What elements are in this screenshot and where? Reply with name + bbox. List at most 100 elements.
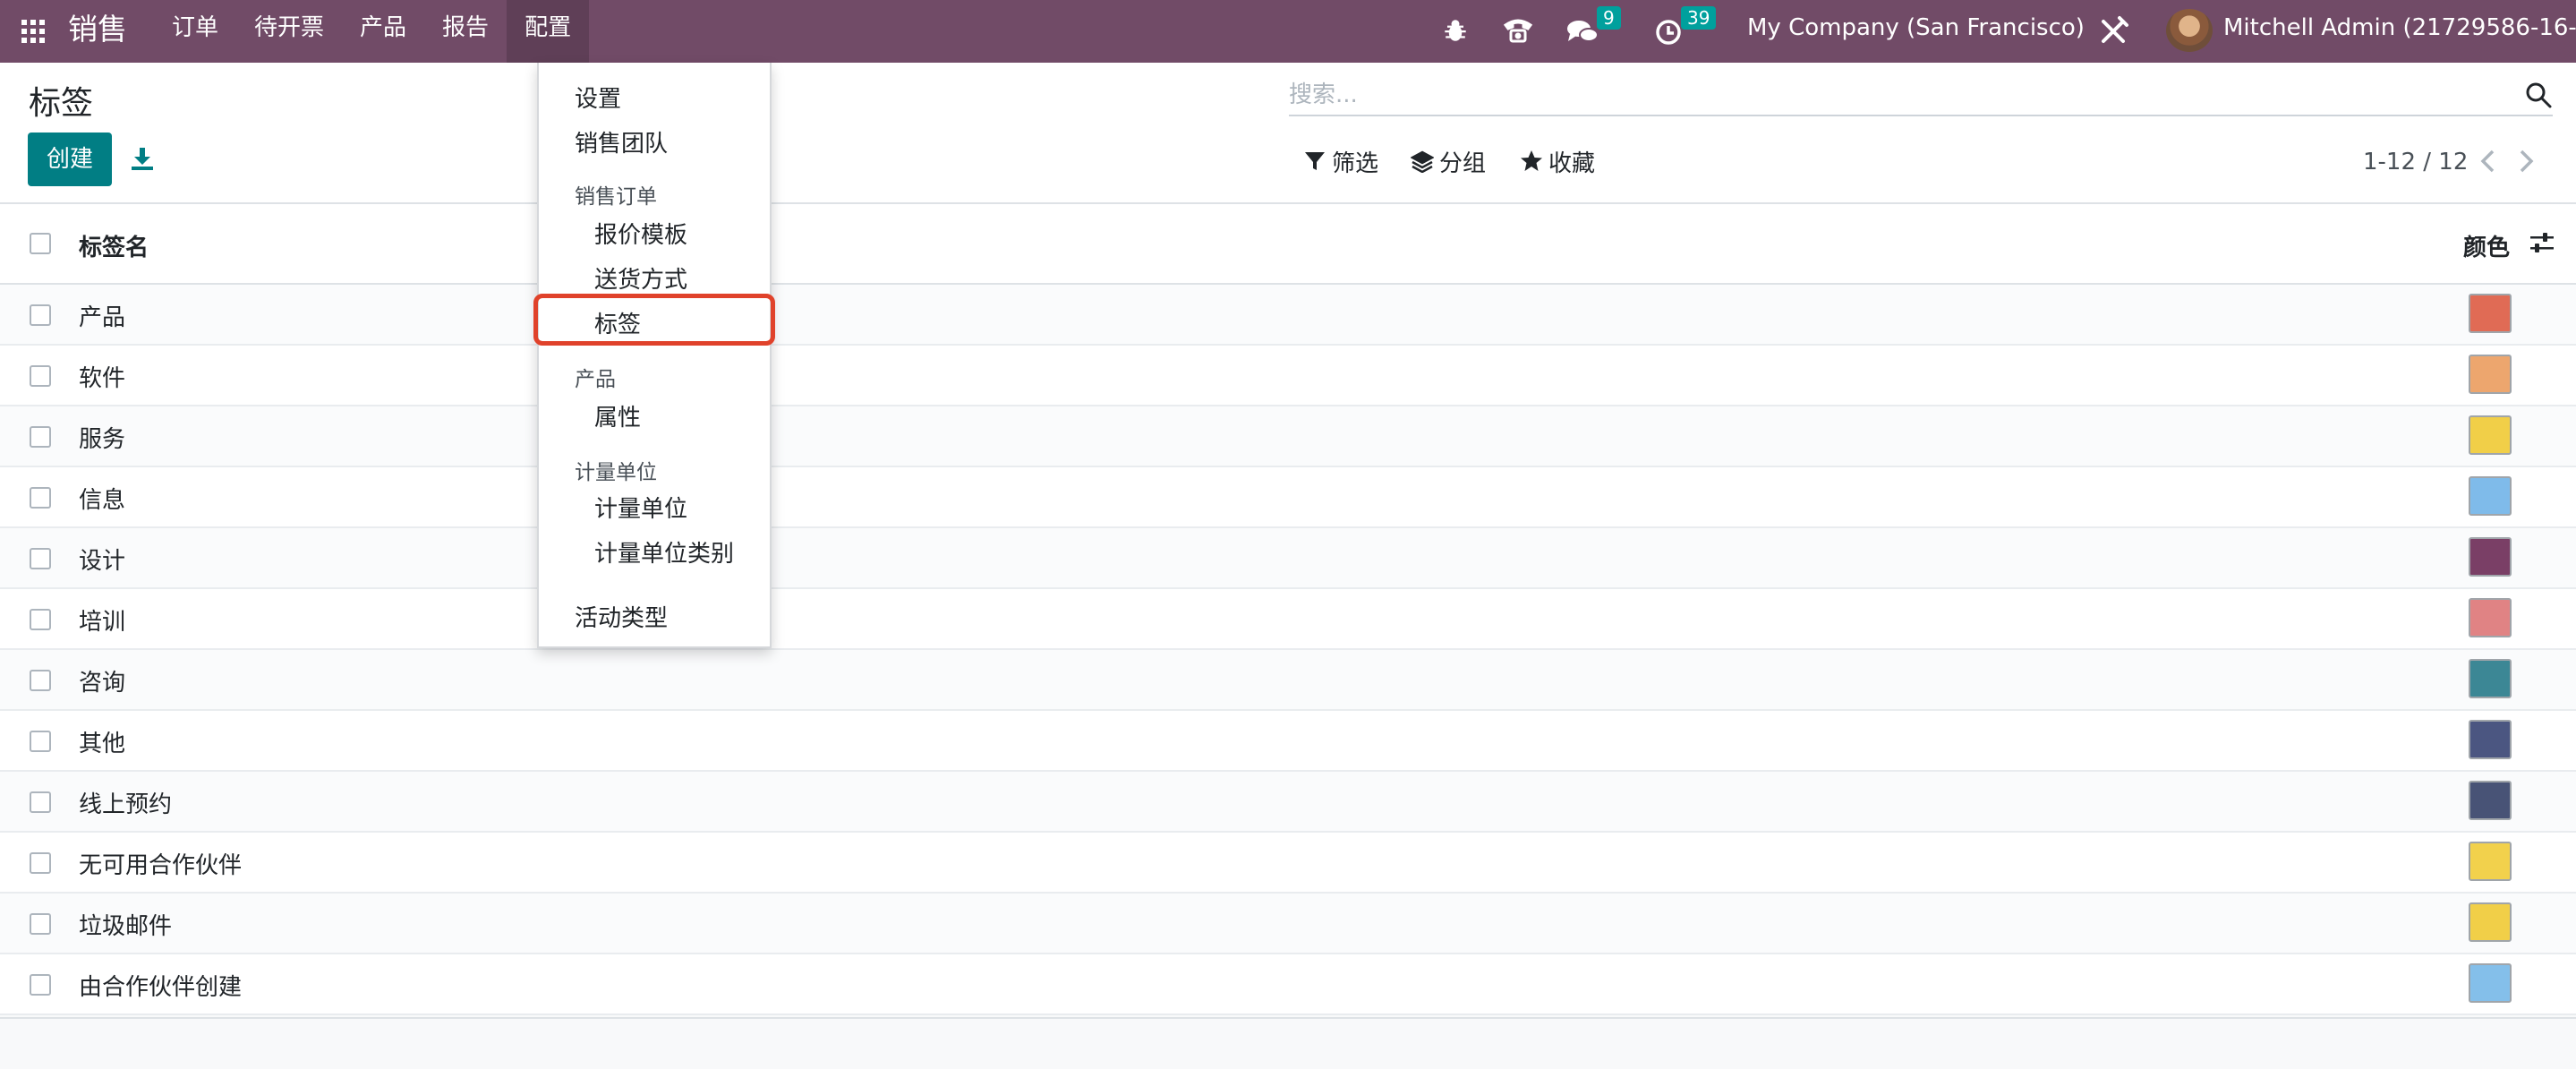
filter-button[interactable]: 筛选 <box>1303 143 1378 179</box>
tag-name-cell: 设计 <box>79 548 126 575</box>
table-row[interactable]: 产品 <box>0 285 2576 346</box>
tag-name-cell: 由合作伙伴创建 <box>79 974 243 1001</box>
menu-uom-categories[interactable]: 计量单位类别 <box>594 535 734 569</box>
color-swatch <box>2469 415 2512 455</box>
tags-list: 标签名 颜色 产品 软件 服务 信息 设计 培训 咨询 其他 线上预约 无可用合作伙伴 垃圾邮件 由合… <box>0 204 2576 1015</box>
search-input[interactable] <box>1289 75 2506 115</box>
section-header-uom: 计量单位 <box>575 461 657 484</box>
row-checkbox[interactable] <box>30 304 51 326</box>
row-checkbox[interactable] <box>30 913 51 935</box>
group-by-label: 分组 <box>1439 150 1487 177</box>
color-swatch <box>2469 963 2512 1003</box>
tag-name-cell: 无可用合作伙伴 <box>79 852 243 879</box>
color-swatch <box>2469 781 2512 820</box>
color-swatch <box>2469 659 2512 698</box>
messages-badge: 9 <box>1597 6 1621 30</box>
list-header: 标签名 颜色 <box>0 204 2576 285</box>
menu-products[interactable]: 产品 <box>342 0 424 63</box>
table-row[interactable]: 由合作伙伴创建 <box>0 954 2576 1015</box>
table-row[interactable]: 信息 <box>0 467 2576 528</box>
menu-quotation-templates[interactable]: 报价模板 <box>594 217 687 250</box>
menu-to-invoice[interactable]: 待开票 <box>236 0 342 63</box>
debug-tools-icon[interactable] <box>2096 13 2132 48</box>
tag-name-cell: 咨询 <box>79 670 126 697</box>
color-swatch <box>2469 537 2512 577</box>
color-swatch <box>2469 720 2512 759</box>
star-icon <box>1521 150 1542 171</box>
menu-activity-types[interactable]: 活动类型 <box>575 600 668 633</box>
pager-previous-icon[interactable] <box>2476 147 2501 175</box>
tag-name-cell: 线上预约 <box>79 791 173 818</box>
table-row[interactable]: 垃圾邮件 <box>0 894 2576 954</box>
menu-reporting[interactable]: 报告 <box>424 0 507 63</box>
row-checkbox[interactable] <box>30 365 51 387</box>
tag-name-cell: 培训 <box>79 609 126 636</box>
table-row[interactable]: 设计 <box>0 528 2576 589</box>
column-header-name[interactable]: 标签名 <box>79 229 149 262</box>
row-checkbox[interactable] <box>30 426 51 448</box>
pager-value[interactable]: 1-12 / 12 <box>2363 149 2468 175</box>
row-checkbox[interactable] <box>30 487 51 509</box>
menu-delivery-methods[interactable]: 送货方式 <box>594 261 687 295</box>
company-switcher[interactable]: My Company (San Francisco) <box>1747 0 2085 63</box>
menu-configuration[interactable]: 配置 <box>507 0 590 63</box>
table-row[interactable]: 软件 <box>0 346 2576 406</box>
filter-icon <box>1305 152 1325 170</box>
messages-icon[interactable] <box>1565 13 1600 48</box>
menu-orders[interactable]: 订单 <box>154 0 236 63</box>
menu-tags[interactable]: 标签 <box>594 306 641 339</box>
table-row[interactable]: 咨询 <box>0 650 2576 711</box>
create-button[interactable]: 创建 <box>28 133 112 186</box>
menu-sales-teams[interactable]: 销售团队 <box>575 125 668 158</box>
color-swatch <box>2469 476 2512 516</box>
section-header-products: 产品 <box>575 368 616 391</box>
row-checkbox[interactable] <box>30 852 51 874</box>
pager-next-icon[interactable] <box>2513 147 2538 175</box>
favorites-button[interactable]: 收藏 <box>1520 143 1595 179</box>
favorites-label: 收藏 <box>1548 150 1596 177</box>
color-swatch <box>2469 355 2512 394</box>
tag-name-cell: 服务 <box>79 426 126 453</box>
tag-name-cell: 其他 <box>79 731 126 757</box>
tag-name-cell: 垃圾邮件 <box>79 913 173 940</box>
table-row[interactable]: 服务 <box>0 406 2576 467</box>
column-header-color[interactable]: 颜色 <box>2463 229 2510 262</box>
table-row[interactable]: 其他 <box>0 711 2576 772</box>
phone-icon[interactable] <box>1500 13 1536 48</box>
row-checkbox[interactable] <box>30 731 51 752</box>
color-swatch <box>2469 842 2512 881</box>
menu-settings[interactable]: 设置 <box>575 81 621 114</box>
optional-columns-icon[interactable] <box>2528 229 2556 258</box>
group-by-button[interactable]: 分组 <box>1411 143 1486 179</box>
activities-badge: 39 <box>1681 6 1717 30</box>
control-panel: 标签 创建 筛选 分组 收藏 1-12 / 12 <box>0 63 2576 204</box>
apps-grid-icon[interactable] <box>20 18 47 45</box>
configuration-dropdown: 设置 销售团队 销售订单 报价模板 送货方式 标签 产品 属性 计量单位 计量单… <box>533 63 775 648</box>
menu-attributes[interactable]: 属性 <box>594 399 641 432</box>
color-swatch <box>2469 902 2512 942</box>
color-swatch <box>2469 294 2512 333</box>
filter-label: 筛选 <box>1332 150 1379 177</box>
user-menu[interactable]: Mitchell Admin (21729586-16-0- <box>2223 0 2576 63</box>
list-bottom-border <box>0 1017 2576 1019</box>
row-checkbox[interactable] <box>30 609 51 630</box>
table-row[interactable]: 培训 <box>0 589 2576 650</box>
select-all-checkbox[interactable] <box>30 233 51 254</box>
tag-name-cell: 信息 <box>79 487 126 514</box>
menu-uom[interactable]: 计量单位 <box>594 491 687 524</box>
row-checkbox[interactable] <box>30 974 51 996</box>
bug-icon[interactable] <box>1439 13 1471 48</box>
table-row[interactable]: 无可用合作伙伴 <box>0 833 2576 894</box>
tag-name-cell: 产品 <box>79 304 126 331</box>
row-checkbox[interactable] <box>30 548 51 569</box>
section-header-sales-orders: 销售订单 <box>575 185 657 209</box>
user-avatar[interactable] <box>2166 9 2213 52</box>
app-brand[interactable]: 销售 <box>68 0 127 63</box>
row-checkbox[interactable] <box>30 670 51 691</box>
search-icon[interactable] <box>2524 81 2553 109</box>
table-row[interactable]: 线上预约 <box>0 772 2576 833</box>
row-checkbox[interactable] <box>30 791 51 813</box>
tag-name-cell: 软件 <box>79 365 126 392</box>
download-icon[interactable] <box>129 145 156 172</box>
page-title: 标签 <box>29 85 94 122</box>
